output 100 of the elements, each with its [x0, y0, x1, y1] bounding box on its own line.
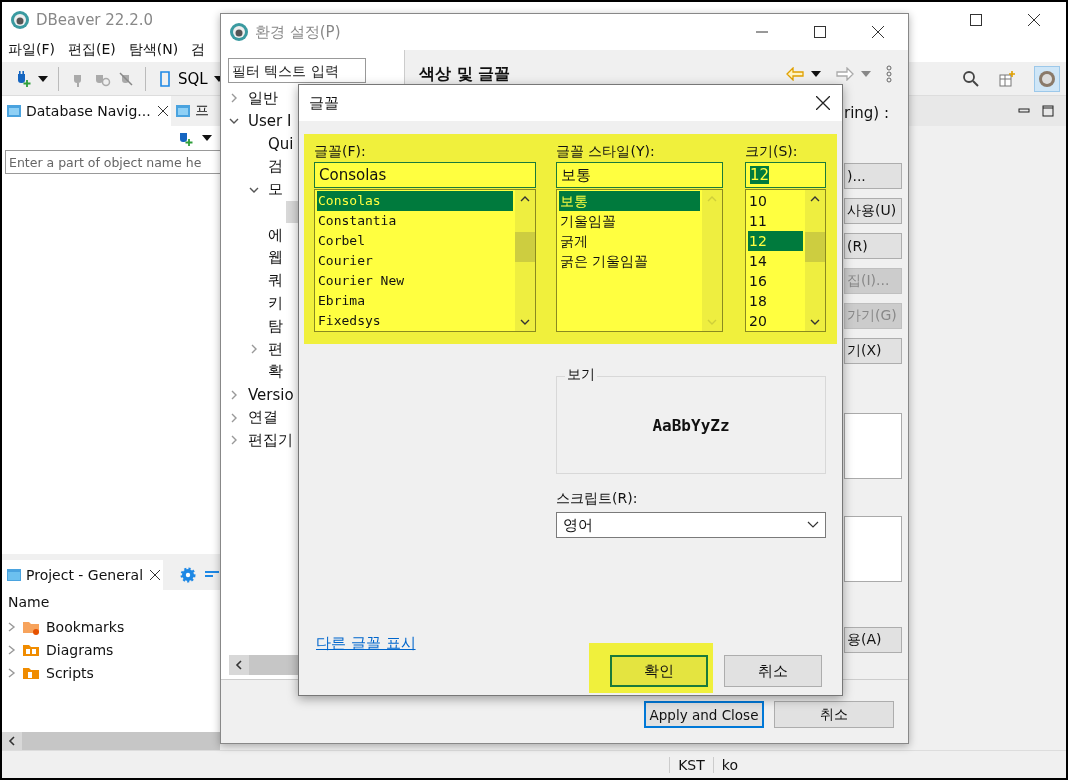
expand-icon[interactable] [8, 644, 16, 655]
list-option[interactable]: 기울임꼴 [559, 211, 700, 231]
tree-item[interactable]: 연결 [246, 408, 280, 428]
list-option[interactable]: Courier New [317, 271, 513, 291]
expand-chevron-icon[interactable] [229, 389, 239, 400]
list-option[interactable]: Fixedsys [317, 311, 513, 331]
tree-item[interactable]: 탐 [266, 316, 285, 336]
input-field[interactable]: 12 [745, 162, 826, 188]
list-option[interactable]: 16 [748, 271, 803, 291]
perspective-button[interactable] [1034, 65, 1060, 92]
tree-item[interactable]: User I [246, 112, 294, 131]
close-icon[interactable] [157, 106, 168, 116]
perspective-icon[interactable] [998, 69, 1016, 88]
menu-item[interactable]: 편집(E) [68, 41, 116, 59]
forward-arrow-icon[interactable] [836, 67, 854, 81]
list-option[interactable]: 굵은 기울임꼴 [559, 251, 700, 271]
caret-icon[interactable] [38, 75, 48, 82]
list-option[interactable]: Courier [317, 251, 513, 271]
side-button[interactable]: 사용(U) [844, 198, 902, 224]
side-button[interactable]: 기(X) [844, 338, 902, 364]
list-option[interactable]: 18 [748, 291, 803, 311]
tree-item[interactable]: 일반 [246, 88, 280, 108]
scrollbar[interactable] [515, 190, 535, 331]
scroll-thumb[interactable] [515, 232, 535, 262]
tree-item[interactable]: 편집기 [246, 430, 295, 450]
tree-item[interactable]: 웹 [266, 248, 285, 268]
expand-chevron-icon[interactable] [229, 435, 239, 446]
list-box[interactable] [844, 516, 902, 582]
dialog-button[interactable]: 확인 [610, 655, 708, 687]
close-icon[interactable] [872, 26, 884, 38]
maximize-icon[interactable] [1042, 105, 1054, 117]
caret-icon[interactable] [811, 71, 821, 77]
script-dropdown[interactable]: 영어 [556, 512, 826, 538]
tree-item[interactable]: Diagrams [46, 641, 114, 658]
menu-item[interactable]: 검 [191, 41, 206, 59]
menu-item[interactable]: 탐색(N) [128, 41, 179, 59]
close-icon[interactable] [150, 570, 161, 580]
tree-item[interactable]: 검 [266, 157, 285, 177]
back-arrow-icon[interactable] [786, 67, 804, 81]
apply-button[interactable]: 용(A) [844, 627, 902, 653]
close-icon[interactable] [1028, 14, 1040, 26]
list-option[interactable]: Ebrima [317, 291, 513, 311]
list-option[interactable]: 10 [748, 191, 803, 211]
scroll-up-icon[interactable] [520, 196, 530, 202]
maximize-icon[interactable] [814, 26, 826, 38]
tree-item[interactable]: Bookmarks [46, 618, 125, 635]
tree-item[interactable]: 쿼 [266, 271, 285, 291]
dialog-button[interactable]: 취소 [724, 655, 822, 687]
tree-item[interactable]: Qui [266, 135, 296, 153]
list-option[interactable]: 굵게 [559, 231, 700, 251]
scroll-up-icon[interactable] [810, 196, 820, 202]
side-button[interactable]: )... [844, 163, 902, 189]
plug-disconnect-icon[interactable] [117, 69, 135, 88]
expand-icon[interactable] [8, 667, 16, 678]
search-field[interactable]: Enter a part of object name he [5, 150, 220, 174]
maximize-icon[interactable] [970, 14, 982, 26]
list-option[interactable]: 11 [748, 211, 803, 231]
expand-chevron-icon[interactable] [229, 412, 239, 423]
scroll-down-icon[interactable] [520, 319, 530, 325]
scroll-down-icon[interactable] [810, 319, 820, 325]
list-option[interactable]: 20 [748, 311, 803, 331]
scroll-left-icon[interactable] [8, 736, 16, 746]
search-icon[interactable] [962, 69, 980, 88]
list-option[interactable]: 14 [748, 251, 803, 271]
tree-item[interactable]: Scripts [46, 664, 94, 681]
tree-item[interactable]: 편 [266, 339, 285, 359]
input-field[interactable]: Consolas [314, 162, 536, 188]
more-options-icon[interactable] [886, 65, 892, 83]
input-field[interactable]: 보통 [556, 162, 723, 188]
settings-icon[interactable] [179, 566, 198, 584]
scroll-left-icon[interactable] [235, 660, 243, 670]
scrollbar[interactable] [805, 190, 825, 331]
tree-item[interactable]: 확 [266, 362, 285, 382]
scroll-thumb[interactable] [805, 232, 825, 262]
tree-item[interactable]: 에 [266, 225, 285, 245]
filter-field[interactable]: 필터 텍스트 입력 [228, 58, 366, 83]
list-option[interactable]: 12 [748, 231, 803, 251]
sql-editor-button[interactable]: SQL [156, 69, 208, 88]
list-option[interactable]: Constantia [317, 211, 513, 231]
view-tab[interactable]: 프 [170, 96, 212, 126]
list-box[interactable] [844, 413, 902, 479]
list-option[interactable]: Consolas [317, 191, 513, 211]
view-tab[interactable]: Project - General [2, 560, 164, 590]
tree-item[interactable]: 키 [266, 294, 285, 314]
side-button[interactable]: (R) [844, 233, 902, 259]
list-option[interactable]: Corbel [317, 231, 513, 251]
expand-chevron-icon[interactable] [229, 93, 239, 104]
menu-item[interactable]: 파일(F) [8, 41, 55, 59]
caret-icon[interactable] [202, 135, 212, 141]
dialog-button[interactable]: Apply and Close [644, 701, 764, 728]
close-icon[interactable] [816, 96, 830, 110]
scrollbar[interactable] [2, 732, 220, 750]
expand-chevron-icon[interactable] [249, 344, 259, 355]
dialog-button[interactable]: 취소 [774, 701, 894, 728]
expand-icon[interactable] [8, 621, 16, 632]
tree-item[interactable]: Versio [246, 385, 296, 404]
list-option[interactable]: 보통 [559, 191, 700, 211]
more-fonts-link[interactable]: 다른 글꼴 표시 [316, 634, 416, 653]
view-tab[interactable]: Database Navig... [2, 96, 171, 126]
tree-item[interactable]: 모 [266, 180, 285, 200]
